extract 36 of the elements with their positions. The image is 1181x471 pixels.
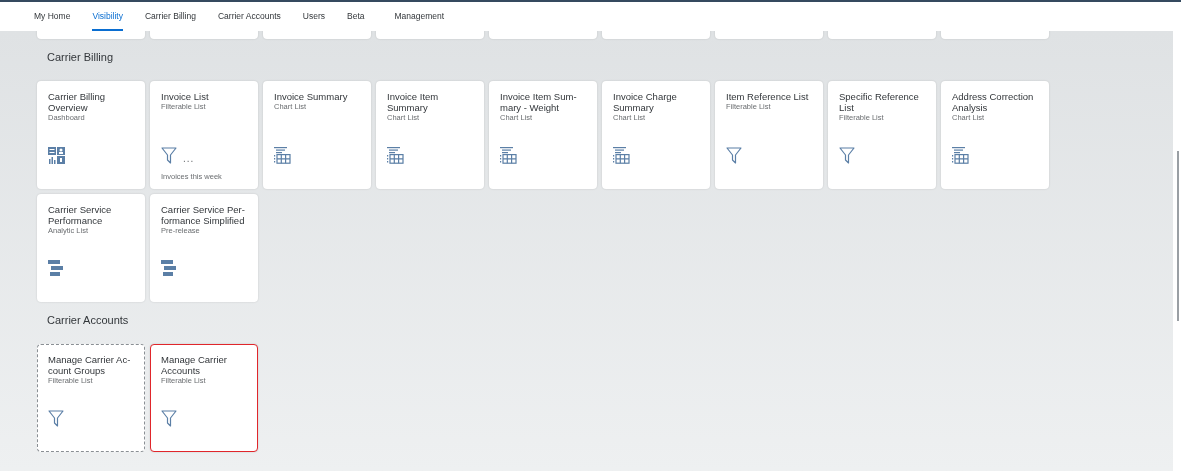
tile-title: Manage Carrier Accounts <box>161 354 228 376</box>
scrollbar-thumb[interactable] <box>1177 151 1179 321</box>
filter-icon <box>48 410 64 427</box>
table-icon <box>274 147 291 164</box>
tile-title: Invoice Item Sum-mary - Weight <box>500 91 578 113</box>
filter-icon <box>161 147 177 164</box>
tile-title: Carrier Service Performance <box>48 204 113 226</box>
nav-tab[interactable]: My Home <box>34 2 71 31</box>
section-title: Carrier Billing <box>46 50 115 65</box>
table-icon <box>500 147 517 164</box>
nav-tab[interactable]: Management <box>394 2 445 31</box>
section-title: Carrier Accounts <box>46 313 130 328</box>
tile-title: Carrier Billing Overview <box>48 91 106 113</box>
tile-title: Address Correction Analysis <box>952 91 1035 113</box>
tile-title: Invoice Item Summary <box>387 91 440 113</box>
bar-chart-icon <box>161 260 177 276</box>
filter-icon <box>726 147 742 164</box>
filter-icon <box>839 147 855 164</box>
dashboard-icon <box>48 147 65 164</box>
nav-tab[interactable]: Beta <box>347 2 365 31</box>
bar-chart-icon <box>48 260 64 276</box>
loading-indicator: ... <box>183 153 195 164</box>
filter-icon <box>161 410 177 427</box>
nav-tab[interactable]: Users <box>302 2 325 31</box>
tile-title: Item Reference List <box>726 91 810 102</box>
table-icon <box>387 147 404 164</box>
table-icon <box>613 147 630 164</box>
tile-title: Invoice Charge Summary <box>613 91 678 113</box>
tile-title: Invoice List <box>161 91 210 102</box>
tile-title: Invoice Summary <box>274 91 349 102</box>
tile-title: Specific Reference List <box>839 91 920 113</box>
tile-title: Carrier Service Per-formance Simplified <box>161 204 246 226</box>
tile-title: Manage Carrier Ac-count Groups <box>48 354 132 376</box>
table-icon <box>952 147 969 164</box>
nav-tab[interactable]: Carrier Billing <box>144 2 196 31</box>
nav-tab[interactable]: Carrier Accounts <box>217 2 281 31</box>
